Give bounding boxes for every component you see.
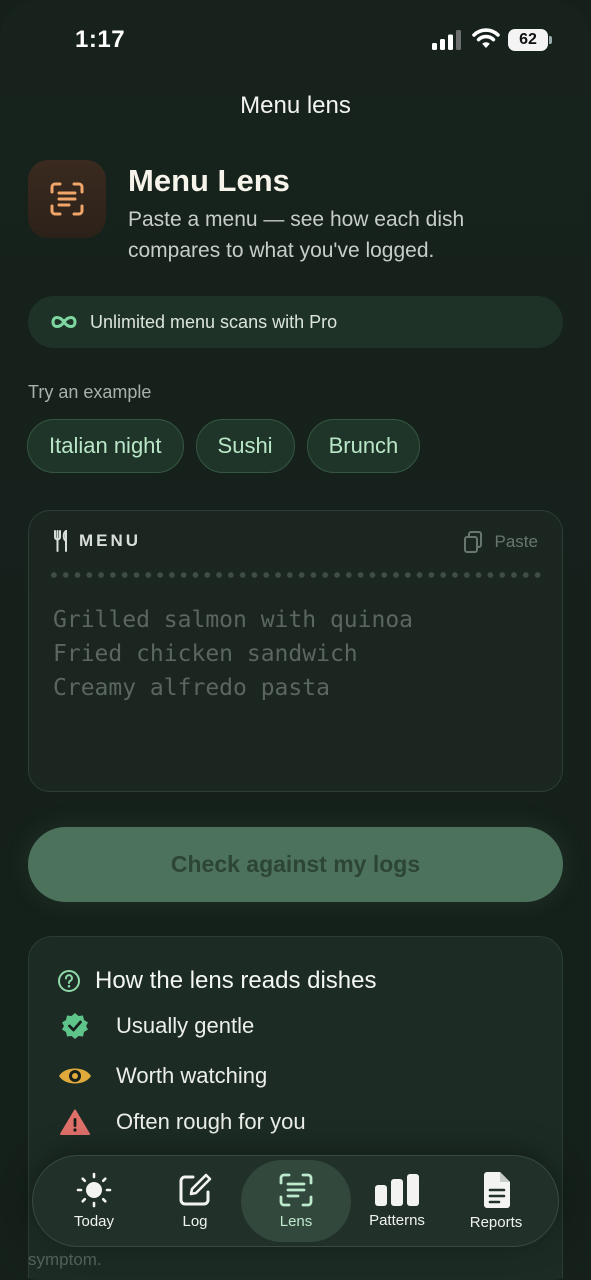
paste-button[interactable]: Paste [463, 530, 538, 554]
legend-partial-text: symptom. [28, 1250, 102, 1269]
wifi-icon [472, 28, 500, 48]
tab-log[interactable]: Log [145, 1160, 245, 1242]
menu-input-label: MENU [79, 531, 142, 550]
tab-label: Today [73, 1213, 115, 1230]
tab-bar: Today Log Lens Patterns Reports [32, 1155, 559, 1247]
battery-nub [549, 36, 552, 44]
example-chips: Italian night Sushi Brunch [27, 419, 421, 473]
menu-textarea[interactable]: Grilled salmon with quinoa Fried chicken… [53, 603, 413, 705]
document-icon [484, 1172, 510, 1208]
eye-icon [59, 1068, 91, 1084]
lens-legend-title-row: How the lens reads dishes [57, 967, 376, 995]
status-time: 1:17 [75, 26, 126, 53]
legend-label: Worth watching [116, 1063, 268, 1088]
question-circle-icon [58, 970, 80, 992]
placeholder-line: Fried chicken sandwich [53, 641, 358, 667]
tab-lens[interactable]: Lens [241, 1160, 351, 1242]
menu-input-header: MENU [53, 530, 141, 552]
pro-banner-text: Unlimited menu scans with Pro [90, 311, 338, 332]
legend-worth-watching: Worth watching [58, 1062, 267, 1090]
paste-label: Paste [494, 532, 538, 551]
infinity-icon [51, 316, 77, 328]
chip-italian-night[interactable]: Italian night [27, 419, 184, 473]
edit-square-icon [179, 1173, 212, 1206]
placeholder-line: Creamy alfredo pasta [53, 675, 330, 701]
tab-label: Log [182, 1213, 208, 1230]
nav-title: Menu lens [240, 92, 351, 119]
sun-icon [76, 1172, 112, 1208]
bar-chart-icon [375, 1174, 419, 1206]
tab-label: Patterns [369, 1212, 425, 1229]
check-badge-icon [62, 1013, 88, 1039]
tab-reports[interactable]: Reports [448, 1160, 544, 1242]
document-scan-icon [28, 160, 106, 238]
status-bar: 1:17 62 [0, 0, 591, 80]
chip-sushi[interactable]: Sushi [195, 419, 295, 473]
tab-patterns[interactable]: Patterns [349, 1160, 445, 1242]
examples-label: Try an example [28, 382, 152, 402]
fork-knife-icon [54, 530, 67, 552]
app-screen: 1:17 62 Menu lens Menu Lens Paste a menu… [0, 0, 591, 1280]
clipboard-icon [463, 531, 482, 553]
placeholder-line: Grilled salmon with quinoa [53, 607, 414, 633]
check-against-logs-button[interactable]: Check against my logs [28, 827, 563, 902]
tab-label: Reports [469, 1214, 523, 1231]
warning-triangle-icon [60, 1109, 90, 1135]
cellular-signal-icon [432, 30, 461, 50]
page-subtitle: Paste a menu — see how each dish compare… [128, 208, 465, 262]
battery-indicator: 62 [508, 29, 552, 51]
page-title: Menu Lens [128, 163, 290, 198]
chip-brunch[interactable]: Brunch [306, 419, 421, 473]
battery-level: 62 [508, 29, 548, 51]
legend-often-rough: Often rough for you [58, 1108, 306, 1136]
legend-label: Usually gentle [116, 1013, 255, 1038]
legend-usually-gentle: Usually gentle [58, 1012, 254, 1040]
pro-upsell-banner[interactable]: Unlimited menu scans with Pro [28, 296, 563, 348]
dotted-divider [48, 572, 543, 578]
menu-input-card[interactable]: MENU Paste Grilled salmon with quinoa Fr… [28, 510, 563, 792]
legend-label: Often rough for you [116, 1109, 306, 1134]
document-scan-icon [279, 1173, 313, 1207]
tab-today[interactable]: Today [41, 1160, 147, 1242]
tab-label: Lens [279, 1213, 313, 1230]
lens-legend-title: How the lens reads dishes [95, 967, 377, 994]
